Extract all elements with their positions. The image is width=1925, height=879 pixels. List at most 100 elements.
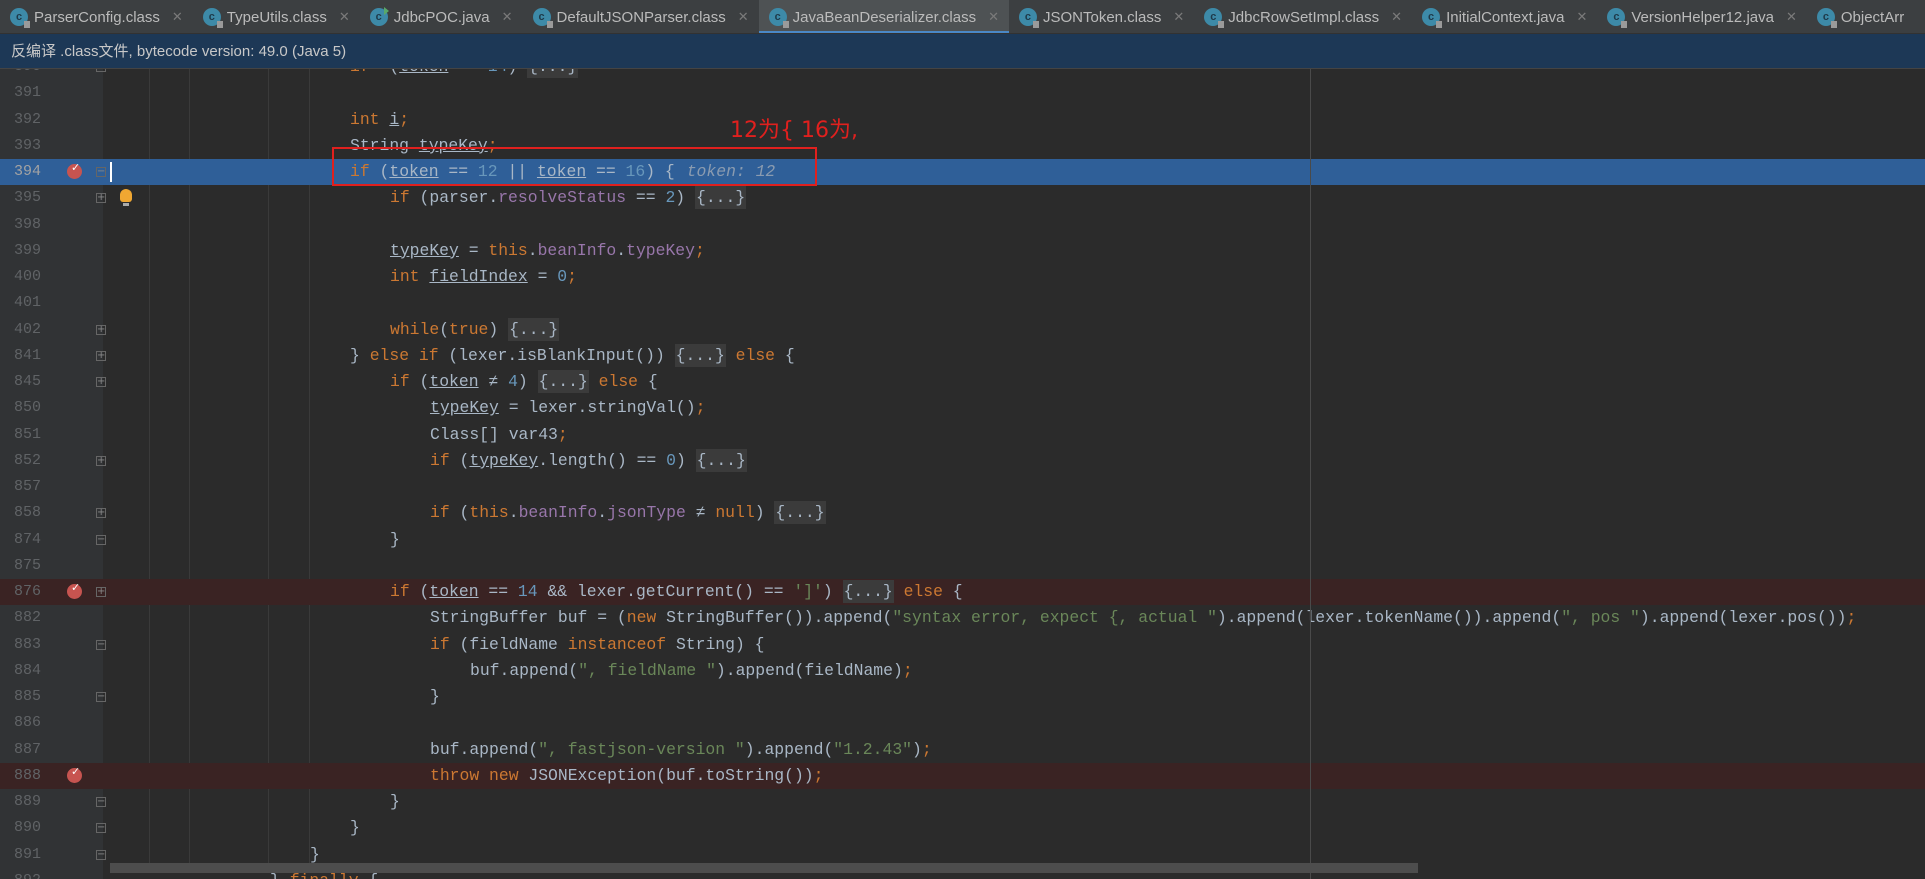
line-number[interactable]: 850 [0,395,41,421]
fold-expand-icon[interactable]: + [96,587,106,597]
close-tab-icon[interactable]: ✕ [1173,9,1184,25]
close-tab-icon[interactable]: ✕ [1391,9,1402,25]
line-number[interactable]: 885 [0,684,41,710]
fold-collapse-icon[interactable]: − [96,849,106,860]
code-line[interactable]: 858 + if (this.beanInfo.jsonType ≠ null) {… [0,500,1925,526]
line-number[interactable]: 876 [0,579,41,605]
tab-initialcontext-java[interactable]: c InitialContext.java ✕ [1412,0,1597,33]
fold-expand-icon[interactable]: + [96,508,106,519]
fold-expand-icon[interactable]: + [96,69,106,72]
close-tab-icon[interactable]: ✕ [502,9,513,25]
line-number[interactable]: 875 [0,553,41,579]
code-line[interactable]: 885 −} [0,684,1925,710]
line-number[interactable]: 889 [0,789,41,815]
fold-expand-icon[interactable]: + [96,377,106,387]
code-line[interactable]: 395 + if (parser.resolveStatus == 2) {...} [0,185,1925,211]
line-number[interactable]: 845 [0,369,41,395]
tab-jsontoken-class[interactable]: c JSONToken.class ✕ [1009,0,1194,33]
folded-code-block[interactable]: {...} [842,580,894,603]
close-tab-icon[interactable]: ✕ [988,9,999,25]
folded-code-block[interactable]: {...} [674,343,726,367]
code-line[interactable]: 887 buf.append(", fastjson-version ").app… [0,737,1925,763]
breakpoint-icon[interactable] [67,759,82,785]
line-number[interactable]: 888 [0,763,41,789]
code-line[interactable]: 394−if (token == 12 || token == 16) {tok… [0,155,1925,186]
line-number[interactable]: 394 [0,159,41,185]
code-line[interactable]: 889 −} [0,789,1925,815]
close-tab-icon[interactable]: ✕ [1576,9,1587,25]
breakpoint-icon[interactable] [67,155,82,181]
line-number[interactable]: 851 [0,422,41,448]
code-line[interactable]: 401 [0,290,1925,316]
code-line[interactable]: 857 [0,474,1925,500]
line-number[interactable]: 401 [0,290,41,316]
code-line[interactable]: 402 + while(true) {...} [0,317,1925,343]
code-line[interactable]: 890 −} [0,815,1925,841]
code-editor[interactable]: 390+if (token == 14) {...}391392int i;39… [0,69,1925,879]
line-number[interactable]: 857 [0,474,41,500]
code-line[interactable]: 884 buf.append(", fieldName ").append(fie… [0,658,1925,684]
line-number[interactable]: 391 [0,80,41,106]
fold-collapse-icon[interactable]: − [96,167,106,177]
line-number[interactable]: 886 [0,710,41,736]
line-number[interactable]: 399 [0,238,41,264]
line-number[interactable]: 398 [0,212,41,238]
line-number[interactable]: 400 [0,264,41,290]
code-line[interactable]: 851 Class[] var43; [0,422,1925,448]
fold-expand-icon[interactable]: + [96,193,106,204]
fold-expand-icon[interactable]: + [96,350,106,361]
close-tab-icon[interactable]: ✕ [738,9,749,25]
code-line[interactable]: 874 −} [0,527,1925,553]
breakpoint-icon[interactable] [67,575,82,601]
line-number[interactable]: 891 [0,842,41,868]
line-number[interactable]: 884 [0,658,41,684]
line-number[interactable]: 841 [0,343,41,369]
code-line[interactable]: 399 typeKey = this.beanInfo.typeKey; [0,238,1925,264]
code-line[interactable]: 850 typeKey = lexer.stringVal(); [0,395,1925,421]
fold-expand-icon[interactable]: + [96,324,106,335]
close-tab-icon[interactable]: ✕ [172,9,183,25]
line-number[interactable]: 858 [0,500,41,526]
tab-parserconfig-class[interactable]: c ParserConfig.class ✕ [0,0,193,33]
line-number[interactable]: 852 [0,448,41,474]
fold-collapse-icon[interactable]: − [96,692,106,702]
fold-collapse-icon[interactable]: − [96,534,106,545]
code-line[interactable]: 841 +} else if (lexer.isBlankInput()) {..… [0,343,1925,369]
code-line[interactable]: 390 + if (token == 14) {...} [0,69,1925,80]
code-line[interactable]: 391 [0,80,1925,106]
line-number[interactable]: 392 [0,107,41,133]
tab-jdbcpoc-java[interactable]: c JdbcPOC.java ✕ [360,0,523,33]
tab-versionhelper12-java[interactable]: c VersionHelper12.java ✕ [1597,0,1807,33]
line-number[interactable]: 883 [0,632,41,658]
code-line[interactable]: 845 + if (token ≠ 4) {...} else { [0,369,1925,395]
lightbulb-icon[interactable] [120,189,132,207]
line-number[interactable]: 390 [0,69,41,80]
folded-code-block[interactable]: {...} [508,317,560,341]
tab-javabeandeserializer-class[interactable]: c JavaBeanDeserializer.class ✕ [758,0,1010,33]
line-number[interactable]: 402 [0,317,41,343]
code-line[interactable]: 392 int i; [0,107,1925,133]
tab-defaultjsonparser-class[interactable]: c DefaultJSONParser.class ✕ [523,0,759,33]
tab-typeutils-class[interactable]: c TypeUtils.class ✕ [193,0,360,33]
line-number[interactable]: 874 [0,527,41,553]
fold-expand-icon[interactable]: + [96,455,106,466]
code-line[interactable]: 886 [0,710,1925,736]
tab-jdbcrowsetimpl-class[interactable]: c JdbcRowSetImpl.class ✕ [1194,0,1412,33]
line-number[interactable]: 395 [0,185,41,211]
fold-collapse-icon[interactable]: − [96,639,106,650]
folded-code-block[interactable]: {...} [694,186,747,210]
horizontal-scrollbar[interactable] [110,863,1418,873]
code-line[interactable]: 883 − if (fieldName instanceof String) { [0,632,1925,658]
code-line[interactable]: 876 + if (token == 14 && lexer.getCurrent(… [0,575,1925,606]
code-line[interactable]: 852 + if (typeKey.length() == 0) {...} [0,448,1925,474]
folded-code-block[interactable]: {...} [774,501,826,525]
line-number[interactable]: 882 [0,605,41,631]
code-line[interactable]: 393 String typeKey; [0,133,1925,159]
code-line[interactable]: 400 int fieldIndex = 0; [0,264,1925,290]
close-tab-icon[interactable]: ✕ [339,9,350,25]
fold-collapse-icon[interactable]: − [96,823,106,834]
folded-code-block[interactable]: {...} [527,69,579,78]
code-line[interactable]: 398 [0,212,1925,238]
folded-code-block[interactable]: {...} [537,370,589,393]
code-line[interactable]: 882 StringBuffer buf = (new StringBuffer(… [0,605,1925,631]
